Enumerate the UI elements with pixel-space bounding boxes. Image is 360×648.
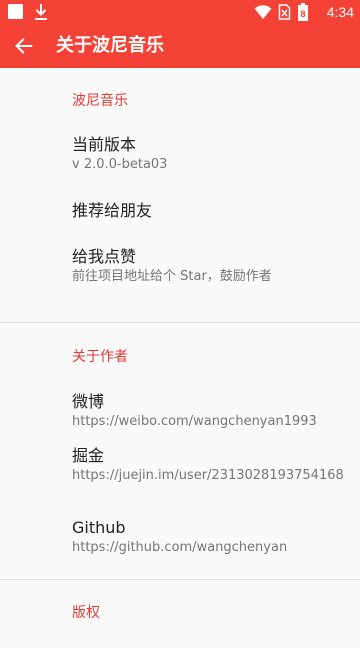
pref-summary: https://juejin.im/user/2313028193754168 — [72, 468, 344, 483]
battery-icon: 8 — [298, 3, 308, 21]
category-bonny-music: 波尼音乐 — [72, 93, 128, 109]
arrow-left-icon — [15, 38, 33, 54]
preference-list: 波尼音乐 当前版本 v 2.0.0-beta03 推荐给朋友 给我点赞 前往项目… — [0, 68, 360, 648]
back-button[interactable] — [6, 28, 42, 64]
notification-square-icon — [8, 4, 23, 19]
category-copyright: 版权 — [72, 605, 100, 621]
pref-title: 掘金 — [72, 446, 105, 465]
pref-title: 给我点赞 — [72, 247, 137, 266]
download-icon — [35, 4, 47, 20]
no-sim-icon — [278, 4, 291, 20]
status-bar: 8 4:34 — [0, 0, 360, 24]
pref-weibo[interactable]: 微博 https://weibo.com/wangchenyan1993 — [0, 371, 360, 435]
pref-title: 微博 — [72, 392, 105, 411]
toolbar: 关于波尼音乐 — [0, 24, 360, 68]
pref-title: Github — [72, 518, 126, 537]
pref-current-version[interactable]: 当前版本 v 2.0.0-beta03 — [0, 114, 360, 176]
pref-summary: https://weibo.com/wangchenyan1993 — [72, 414, 317, 429]
about-screen: 8 4:34 关于波尼音乐 波尼音乐 当前版本 v 2.0.0-beta03 推… — [0, 0, 360, 648]
page-title: 关于波尼音乐 — [56, 35, 164, 56]
wifi-icon — [254, 5, 272, 19]
pref-summary: https://github.com/wangchenyan — [72, 540, 288, 555]
pref-recommend-to-friends[interactable]: 推荐给朋友 — [0, 176, 360, 246]
battery-level-text: 8 — [300, 9, 305, 19]
pref-github[interactable]: Github https://github.com/wangchenyan — [0, 509, 360, 579]
pref-juejin[interactable]: 掘金 https://juejin.im/user/23130281937541… — [0, 435, 360, 509]
pref-give-star[interactable]: 给我点赞 前往项目地址给个 Star，鼓励作者 — [0, 246, 360, 322]
pref-title: 当前版本 — [72, 135, 137, 154]
category-about-author: 关于作者 — [72, 349, 128, 365]
pref-summary: v 2.0.0-beta03 — [72, 157, 168, 172]
status-time: 4:34 — [326, 4, 354, 20]
pref-summary: 前往项目地址给个 Star，鼓励作者 — [72, 269, 272, 284]
status-bar-right: 8 4:34 — [254, 3, 354, 21]
pref-title: 推荐给朋友 — [72, 201, 153, 220]
